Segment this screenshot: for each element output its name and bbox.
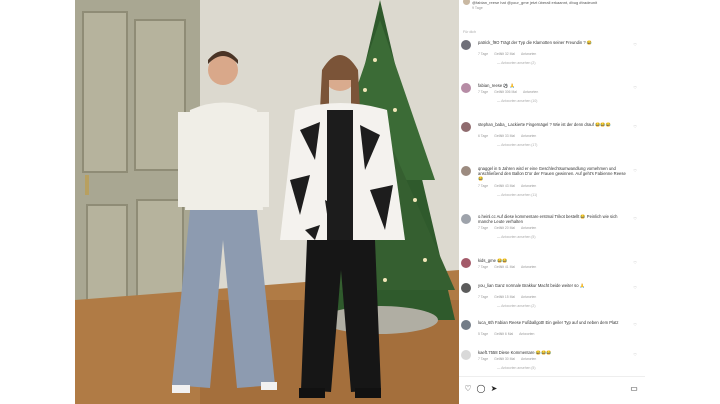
comment-meta-item: Gefällt 30 Mal [494, 357, 516, 362]
comment-meta-item: Gefällt 33 Mal [494, 134, 516, 139]
comment-text: fabian_reese ⚽ 🙏 [478, 83, 515, 88]
comment-meta-item: 7 Tage [478, 90, 489, 95]
comment-like-icon[interactable]: ♡ [633, 322, 637, 327]
comment-meta-item: 7 Tage [478, 52, 489, 57]
comment-meta-item: Gefällt 20 Mal [494, 226, 516, 231]
comment-text: kaeft.7558 Diese Kommentare 😂😂😂 [478, 350, 552, 355]
bookmark-icon[interactable]: ▭ [629, 384, 639, 394]
comment-text: stephan_baba_ Lackierte Fingernägel ? Wi… [478, 122, 611, 127]
view-replies-button[interactable]: — Antworten ansehen (10) [497, 99, 537, 103]
commenter-avatar[interactable] [461, 258, 471, 268]
reply-button[interactable]: Antworten [521, 134, 536, 138]
commenter-avatar[interactable] [461, 214, 471, 224]
comment-meta-item: Gefällt 6 Mal [494, 332, 514, 337]
comment-meta: 7 Tage Gefällt 20 Mal Antworten [478, 226, 542, 230]
post-photo [75, 0, 459, 404]
comment-meta-item: 7 Tage [478, 295, 489, 300]
comment-text: you_lian Ganz normale Brakkur Macht beid… [478, 283, 585, 288]
commenter-avatar[interactable] [461, 166, 471, 176]
view-replies-button[interactable]: — Antworten ansehen (11) [497, 193, 537, 197]
divider [459, 376, 645, 377]
comment-meta: 7 Tage Gefällt 15 Mal Antworten [478, 295, 542, 299]
reply-button[interactable]: Antworten [521, 295, 536, 299]
comment-meta-item: 7 Tage [478, 226, 489, 231]
comment-like-icon[interactable]: ♡ [633, 260, 637, 265]
reply-button[interactable]: Antworten [521, 226, 536, 230]
comment-meta-item: Gefällt 306 Mal [494, 90, 517, 95]
for-you-label: Für dich [463, 30, 476, 34]
comment-meta: 7 Tage Gefällt 306 Mal Antworten [478, 90, 544, 94]
caption-age: 9 Tage [472, 6, 483, 10]
commenter-avatar[interactable] [461, 320, 471, 330]
author-avatar[interactable] [463, 0, 470, 5]
view-replies-button[interactable]: — Antworten ansehen (5) [497, 235, 535, 239]
commenter-avatar[interactable] [461, 83, 471, 93]
reply-button[interactable]: Antworten [523, 90, 538, 94]
commenter-avatar[interactable] [461, 122, 471, 132]
comment-meta-item: 7 Tage [478, 357, 489, 362]
comment-meta: 7 Tage Gefällt 43 Mal Antworten [478, 184, 542, 188]
comment-meta-item: 6 Tage [478, 134, 489, 139]
photo-illustration [75, 0, 459, 404]
comment-meta-item: 7 Tage [478, 183, 489, 188]
view-replies-button[interactable]: — Antworten ansehen (2) [497, 61, 535, 65]
comment-text: patrick_f9O Trägt der Typ die Klamotten … [478, 40, 593, 45]
comment-like-icon[interactable]: ♡ [633, 85, 637, 90]
comment-icon[interactable]: ◯ [476, 384, 486, 394]
instagram-post: @fabian_reese hat @your_gme jetzt überal… [75, 0, 645, 404]
view-replies-button[interactable]: — Antworten ansehen (17) [497, 143, 537, 147]
comment-meta: 5 Tage Gefällt 6 Mal Antworten [478, 332, 540, 336]
commenter-avatar[interactable] [461, 350, 471, 360]
reply-button[interactable]: Antworten [521, 357, 536, 361]
comment-like-icon[interactable]: ♡ [633, 352, 637, 357]
commenter-avatar[interactable] [461, 40, 471, 50]
view-replies-button[interactable]: — Antworten ansehen (5) [497, 366, 535, 370]
comment-meta-item: Gefällt 15 Mal [494, 295, 516, 300]
reply-button[interactable]: Antworten [521, 184, 536, 188]
comment-like-icon[interactable]: ♡ [633, 216, 637, 221]
comment-text: o.heinl.cc Auf diese kommentare erstmal … [478, 214, 618, 225]
comment-text: qnaggel in 5 Jahren wird er eine Geschle… [478, 166, 626, 182]
comment-meta-item: Gefällt 43 Mal [494, 183, 516, 188]
reply-button[interactable]: Antworten [521, 265, 536, 269]
comment-like-icon[interactable]: ♡ [633, 285, 637, 290]
comment-meta: 7 Tage Gefällt 32 Mal Antworten [478, 52, 542, 56]
comment-text: kids_gme 😂😂 [478, 258, 508, 263]
comment-meta: 6 Tage Gefällt 33 Mal Antworten [478, 134, 542, 138]
comment-like-icon[interactable]: ♡ [633, 42, 637, 47]
commenter-avatar[interactable] [461, 283, 471, 293]
comment-like-icon[interactable]: ♡ [633, 124, 637, 129]
comment-like-icon[interactable]: ♡ [633, 168, 637, 173]
comment-meta-item: Gefällt 32 Mal [494, 52, 516, 57]
comment-meta: 7 Tage Gefällt 30 Mal Antworten [478, 357, 542, 361]
share-icon[interactable]: ➤ [489, 384, 499, 394]
comment-meta-item: Gefällt 41 Mal [494, 265, 516, 270]
caption-text: @fabian_reese hat @your_gme jetzt überal… [472, 0, 598, 5]
reply-button[interactable]: Antworten [521, 52, 536, 56]
heart-icon[interactable]: ♡ [463, 384, 473, 394]
post-caption: @fabian_reese hat @your_gme jetzt überal… [463, 0, 639, 10]
comment-meta: 7 Tage Gefällt 41 Mal Antworten [478, 265, 542, 269]
action-bar: ♡ ◯ ➤ ▭ [463, 384, 641, 396]
comment-text: luca_6th Fabian Reese Fußballgott! Ein g… [478, 320, 619, 325]
view-replies-button[interactable]: — Antworten ansehen (2) [497, 304, 535, 308]
comments-panel: @fabian_reese hat @your_gme jetzt überal… [459, 0, 645, 404]
reply-button[interactable]: Antworten [519, 332, 534, 336]
comment-meta-item: 5 Tage [478, 332, 489, 337]
comment-meta-item: 7 Tage [478, 265, 489, 270]
